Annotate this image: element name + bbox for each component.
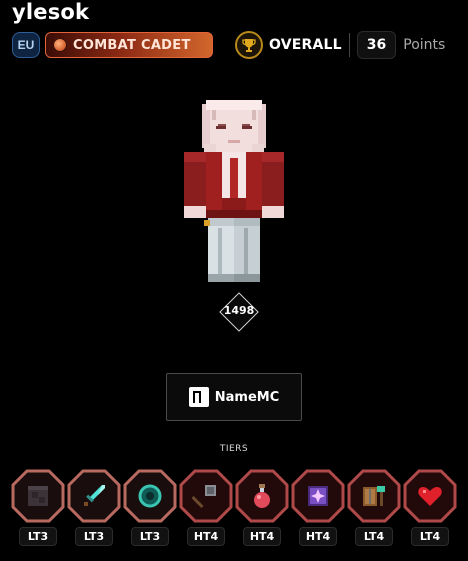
rank-emblem-icon bbox=[53, 38, 67, 52]
tier-label: LT3 bbox=[131, 527, 169, 546]
tier-label: HT4 bbox=[299, 527, 337, 546]
tier-label: LT3 bbox=[19, 527, 57, 546]
rank-title: COMBAT CADET bbox=[73, 37, 191, 53]
points-label: Points bbox=[403, 37, 446, 53]
tier-label: HT4 bbox=[187, 527, 225, 546]
divider bbox=[348, 33, 350, 57]
overall-summary: OVERALL 36 Points bbox=[235, 30, 445, 60]
tiers-list: LT3 LT3 LT3 HT4 HT4 HT4 LT4 LT4 bbox=[11, 467, 461, 551]
tier-item[interactable]: HT4 bbox=[291, 467, 345, 551]
tier-label: LT4 bbox=[411, 527, 449, 546]
tiers-heading: TIERS bbox=[219, 444, 249, 454]
tier-item[interactable]: LT3 bbox=[67, 467, 121, 551]
tier-item[interactable]: HT4 bbox=[235, 467, 289, 551]
player-profile-page: ylesok EU COMBAT CADET OVERALL 36 Points bbox=[0, 0, 468, 561]
tier-label: HT4 bbox=[243, 527, 281, 546]
trophy-icon bbox=[235, 31, 263, 59]
shield-axe-icon bbox=[363, 486, 385, 506]
netherite-block-icon bbox=[28, 486, 48, 506]
elo-score-badge: 1498 bbox=[219, 292, 259, 332]
player-skin-render bbox=[182, 98, 286, 284]
tier-label: LT3 bbox=[75, 527, 113, 546]
tier-item[interactable]: LT3 bbox=[123, 467, 177, 551]
tier-item[interactable]: LT4 bbox=[403, 467, 457, 551]
overall-label: OVERALL bbox=[269, 37, 342, 53]
region-badge: EU bbox=[12, 32, 40, 58]
diamond-sword-icon bbox=[84, 485, 105, 506]
points-value: 36 bbox=[356, 31, 397, 59]
ender-pearl-icon bbox=[138, 484, 162, 508]
player-badges: EU COMBAT CADET bbox=[12, 31, 213, 59]
player-username: ylesok bbox=[12, 0, 90, 24]
enchanted-book-icon bbox=[308, 486, 328, 506]
heart-icon bbox=[418, 487, 442, 506]
tier-label: LT4 bbox=[355, 527, 393, 546]
tier-item[interactable]: LT3 bbox=[11, 467, 65, 551]
tier-item[interactable]: HT4 bbox=[179, 467, 233, 551]
namemc-logo-icon bbox=[188, 387, 209, 407]
elo-score-value: 1498 bbox=[223, 304, 255, 317]
tier-item[interactable]: LT4 bbox=[347, 467, 401, 551]
potion-icon bbox=[254, 484, 270, 508]
namemc-button[interactable]: NameMC bbox=[166, 373, 302, 421]
rank-badge: COMBAT CADET bbox=[45, 32, 213, 58]
mace-icon bbox=[192, 485, 216, 509]
namemc-button-label: NameMC bbox=[214, 389, 280, 405]
